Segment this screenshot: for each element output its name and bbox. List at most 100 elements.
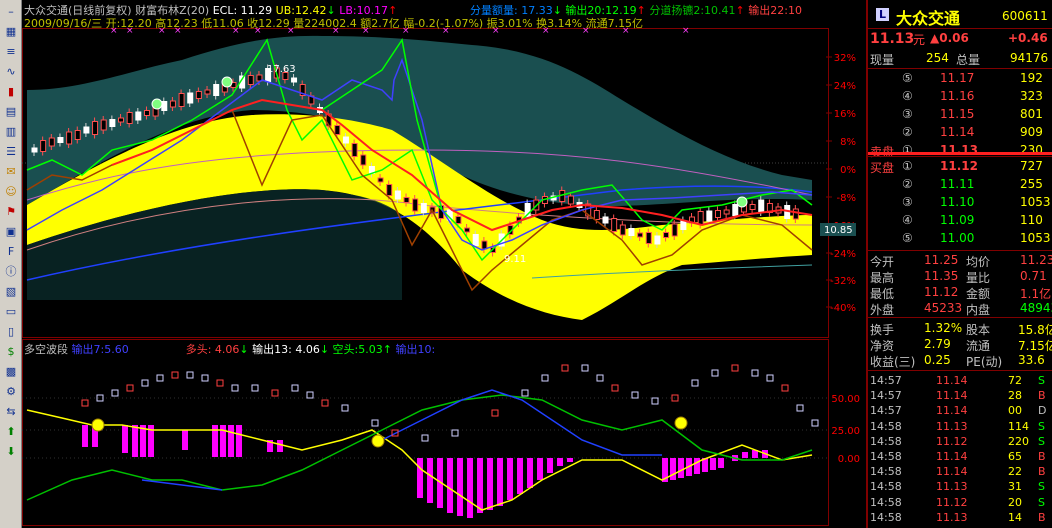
candle-body	[472, 234, 479, 246]
sub-l5: 输出10:	[395, 343, 436, 356]
histogram-bar	[477, 458, 483, 513]
tick-time: 14:57	[870, 374, 902, 387]
sell-level-row: ④ 11.16 323	[868, 88, 1052, 105]
candle-body	[394, 190, 401, 200]
alert-icon[interactable]: ⚑	[3, 204, 19, 220]
monitor-icon[interactable]: ▭	[3, 304, 19, 320]
money-icon[interactable]: $	[3, 344, 19, 360]
wave-marker	[141, 379, 149, 387]
tick-side: S	[1038, 495, 1045, 509]
stat-value: 45233	[924, 301, 963, 315]
tick-vol: 22	[1008, 465, 1022, 479]
wave-marker	[371, 419, 379, 427]
wave-marker	[651, 397, 659, 405]
table-icon[interactable]: ▤	[3, 104, 19, 120]
trade-tick-row: 14:58 11.13 14 B	[868, 510, 1052, 527]
bar-icon[interactable]: ▯	[3, 324, 19, 340]
wave-marker	[581, 364, 589, 372]
quote-panel: L 大众交通 600611 11.13 元 ▲0.06 +0.46 现量 254 总量 94176 ⑤…	[866, 0, 1052, 528]
info-value: 0.25	[924, 353, 951, 367]
panel-separator	[868, 28, 1052, 29]
candle-body	[169, 100, 176, 108]
candle-body	[697, 211, 704, 225]
candle-body	[749, 204, 756, 210]
stat-value: 48943	[1020, 301, 1052, 315]
tick-price: 11.13	[936, 419, 968, 433]
wave-marker	[111, 389, 119, 397]
kline-chart-area[interactable]: 32%24%16%8%0%-8%-16%-24%-32%-40%××××××××…	[22, 0, 864, 528]
stat-row: 最高 11.35 量比 0.71	[868, 268, 1052, 285]
histogram-bar	[457, 458, 463, 516]
price-change-pct: +0.46	[1008, 31, 1048, 45]
sell-level: ④	[902, 89, 913, 103]
ranking-icon[interactable]: ☰	[3, 144, 19, 160]
stat-row: 外盘 45233内盘 48943	[868, 300, 1052, 317]
candle-body	[645, 232, 652, 244]
candle-body	[792, 208, 799, 220]
sub-axis-label: 25.00	[831, 426, 860, 437]
low-price-label: 9.11	[504, 254, 526, 265]
up-icon[interactable]: ⬆	[3, 424, 19, 440]
tick-price: 11.14	[936, 404, 968, 418]
high-price-label: 17.63	[267, 64, 296, 75]
list-icon[interactable]: ≡	[3, 44, 19, 60]
tick-side: S	[1038, 419, 1045, 433]
wave-marker	[186, 371, 194, 379]
info-icon[interactable]: ⓘ	[3, 264, 19, 280]
minimize-icon[interactable]: –	[3, 4, 19, 20]
sell-level-row: ③ 11.15 801	[868, 106, 1052, 123]
sell-vol: 323	[1020, 89, 1043, 103]
tick-price: 11.14	[936, 374, 968, 387]
sell-vol: 192	[1020, 71, 1043, 85]
grid-icon[interactable]: ▦	[3, 24, 19, 40]
histogram-bar	[527, 458, 533, 488]
histogram-bar	[718, 458, 724, 468]
panel-separator	[868, 68, 1052, 69]
histogram-bar	[547, 458, 553, 473]
tick-side: S	[1038, 480, 1045, 494]
briefcase-icon[interactable]: ▣	[3, 224, 19, 240]
sell-price: 11.16	[940, 89, 975, 103]
f10-icon[interactable]: F	[3, 244, 19, 260]
candle-body	[92, 121, 99, 135]
tick-vol: 28	[1008, 389, 1022, 403]
report-icon[interactable]: ▥	[3, 124, 19, 140]
price-change: ▲0.06	[930, 31, 969, 45]
tick-price: 11.14	[936, 389, 968, 403]
stat-row: 最低 11.12 金额 1.1亿	[868, 284, 1052, 301]
wave-marker	[561, 364, 569, 372]
sub-axis-label: 50.00	[831, 394, 860, 405]
axis-tick-label: 8%	[840, 137, 856, 148]
sell-level-row: ② 11.14 909	[868, 124, 1052, 141]
tools-icon[interactable]: ⚙	[3, 384, 19, 400]
stock-title-row: L 大众交通 600611	[868, 4, 1052, 28]
wave-marker	[541, 374, 549, 382]
buy-level: ②	[902, 177, 913, 191]
calendar-icon[interactable]: ▧	[3, 284, 19, 300]
down-icon[interactable]: ⬇	[3, 444, 19, 460]
arrow-icon[interactable]: ⇆	[3, 404, 19, 420]
histogram-bar	[236, 425, 242, 457]
chat-icon[interactable]: ☺	[3, 184, 19, 200]
tick-side: D	[1038, 404, 1047, 418]
buy-level: ③	[902, 195, 913, 209]
line-chart-icon[interactable]: ∿	[3, 64, 19, 80]
stat-value: 11.25	[924, 253, 959, 267]
tick-side: B	[1038, 389, 1046, 403]
histogram-bar	[228, 425, 234, 457]
signal-marker	[736, 196, 748, 208]
ticket-icon[interactable]: ▩	[3, 364, 19, 380]
tick-vol: 14	[1008, 510, 1022, 524]
wave-marker	[521, 389, 529, 397]
wave-marker	[231, 384, 239, 392]
price-unit: 元	[913, 33, 926, 47]
stat-key: 外盘	[870, 303, 895, 317]
news-icon[interactable]: ✉	[3, 164, 19, 180]
candle-body	[455, 216, 462, 224]
buy-price: 11.10	[940, 195, 975, 209]
candlestick-icon[interactable]: ▮	[3, 84, 19, 100]
chart-canvas[interactable]: 32%24%16%8%0%-8%-16%-24%-32%-40%××××××××…	[22, 0, 864, 528]
cur-vol-value: 254	[926, 51, 949, 65]
candle-body	[671, 223, 678, 237]
histogram-bar	[670, 458, 676, 480]
